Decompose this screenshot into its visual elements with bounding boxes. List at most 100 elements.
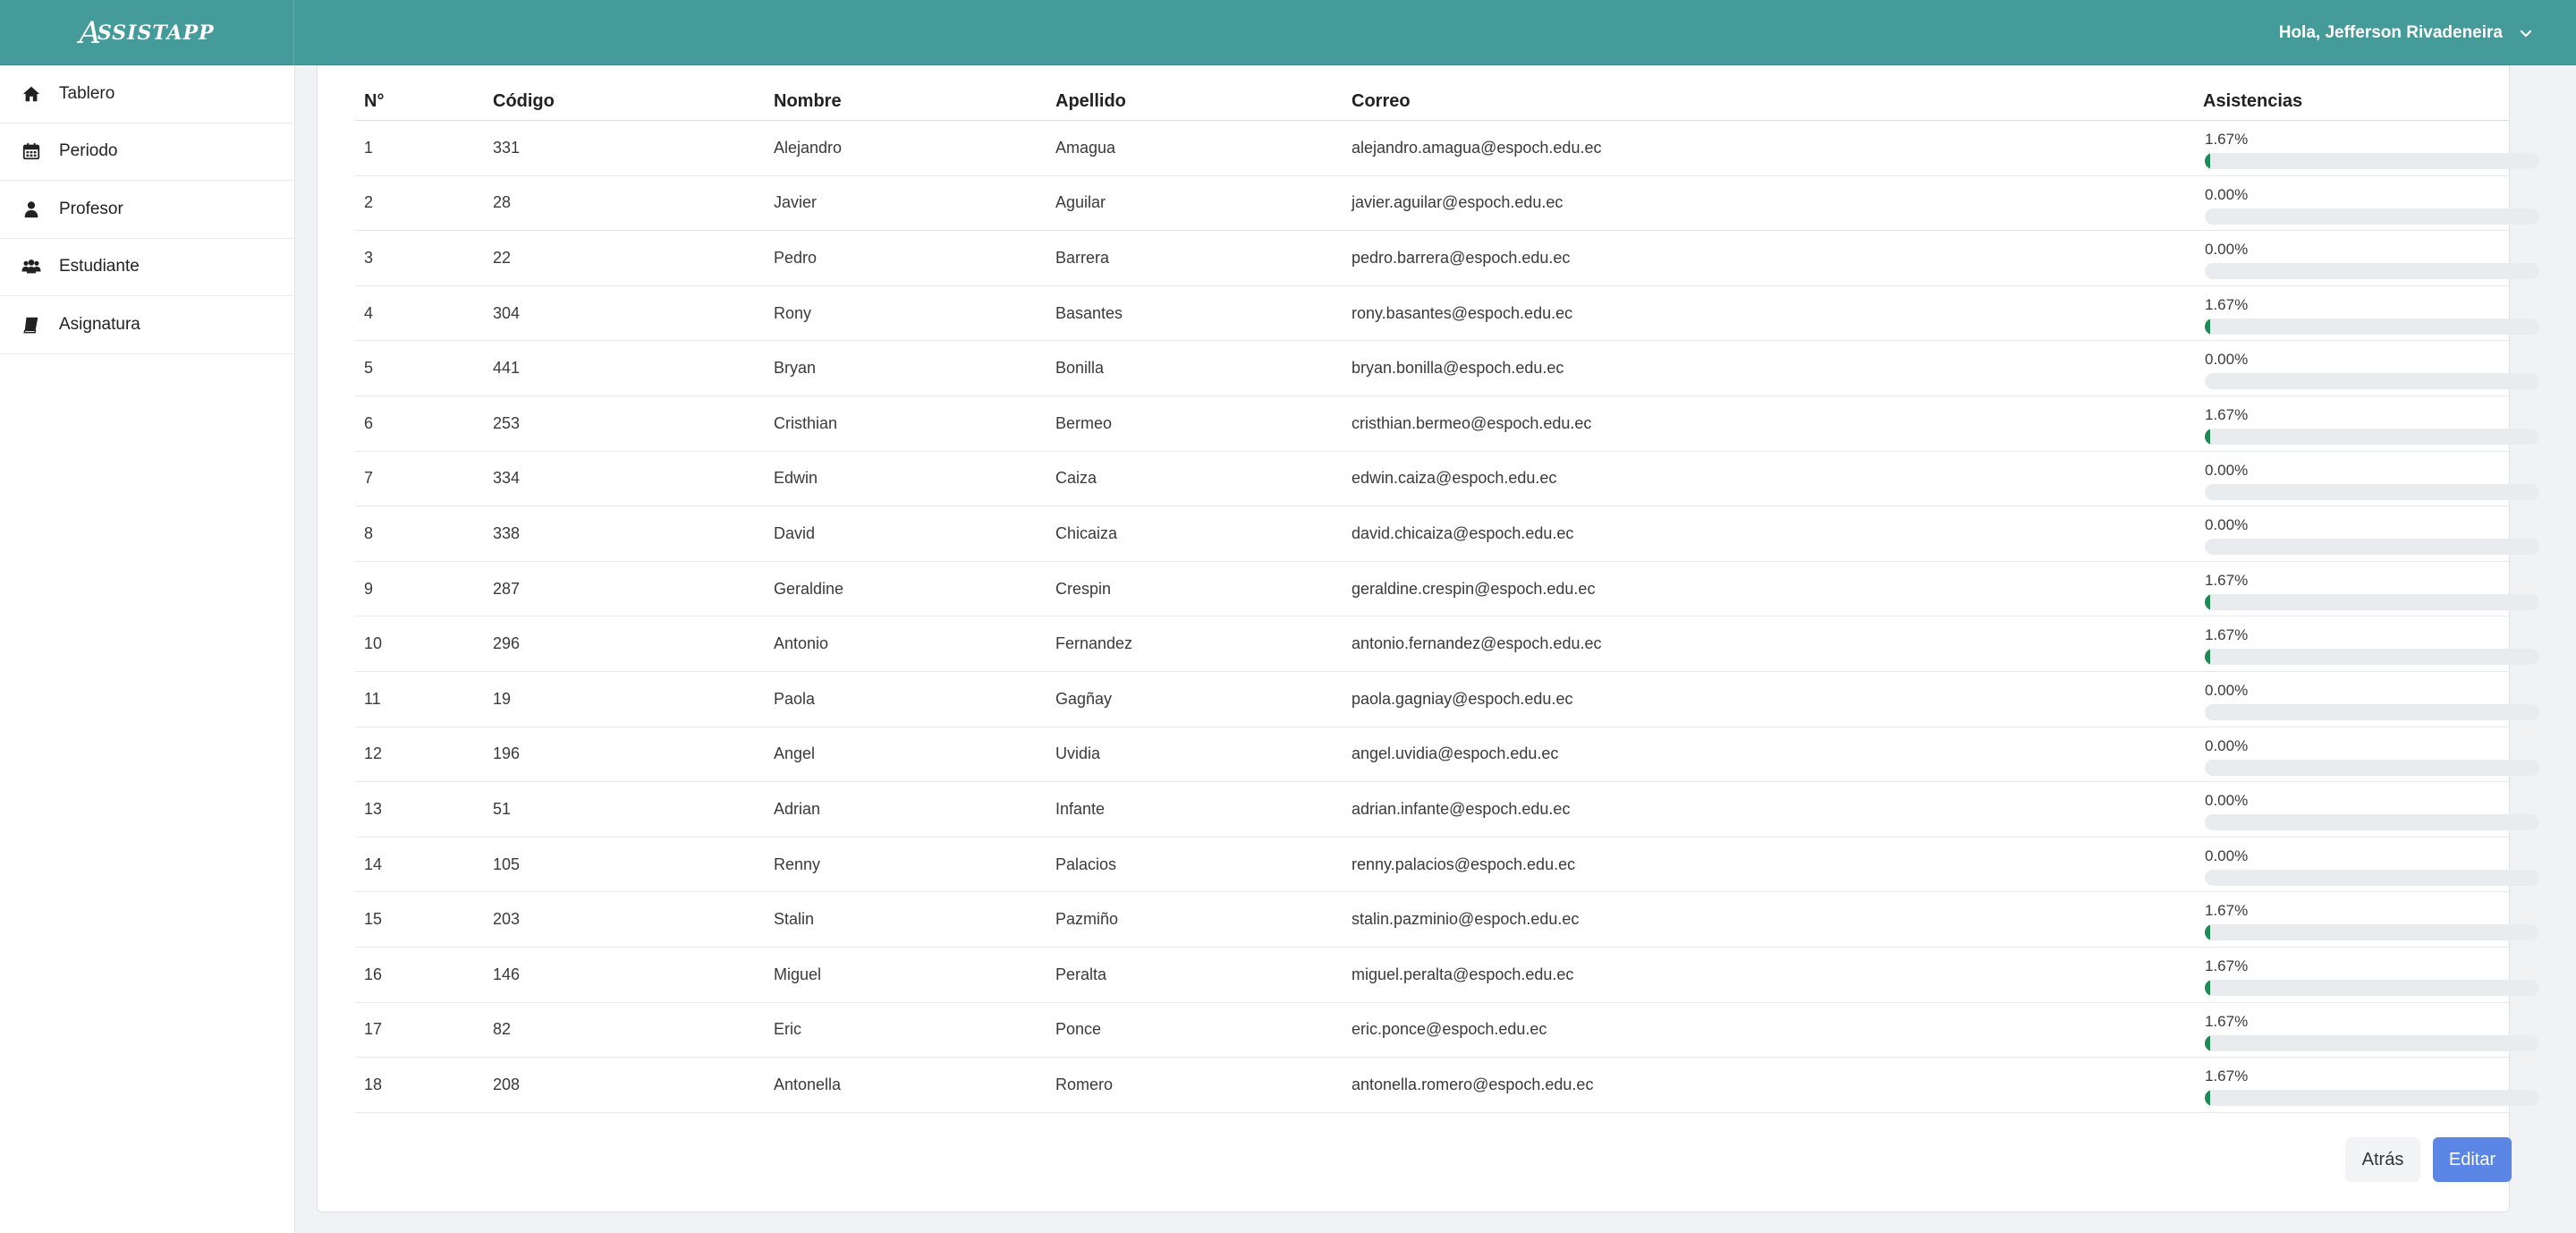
attendance-progress: 1.67% xyxy=(2205,571,2539,610)
cell-apellido: Chicaiza xyxy=(1055,523,1118,542)
progress-track xyxy=(2205,979,2539,996)
cell-codigo: 28 xyxy=(493,193,512,212)
sidebar-item-tablero[interactable]: Tablero xyxy=(0,65,294,123)
brand-logo[interactable]: A SSISTAPP xyxy=(0,0,294,65)
cell-correo: geraldine.crespin@espoch.edu.ec xyxy=(1352,579,1596,598)
cell-no: 11 xyxy=(364,689,381,708)
table-row: 5 441 Bryan Bonilla bryan.bonilla@espoch.edu… xyxy=(355,341,2539,396)
cell-correo: alejandro.amagua@espoch.edu.ec xyxy=(1352,138,1602,157)
cell-nombre: Paola xyxy=(774,689,816,708)
table-row: 12 196 Angel Uvidia angel.uvidia@espoch.edu.… xyxy=(355,727,2539,783)
attendance-progress: 0.00% xyxy=(2205,461,2539,500)
attendance-progress: 1.67% xyxy=(2205,295,2539,335)
cell-no: 15 xyxy=(364,910,383,929)
table-header-row: N° Código Nombre Apellido Correo Asisten… xyxy=(355,83,2509,121)
progress-track xyxy=(2205,869,2539,886)
cell-no: 16 xyxy=(364,965,383,983)
back-button[interactable]: Atrás xyxy=(2345,1137,2420,1182)
cell-no: 7 xyxy=(364,469,374,488)
progress-fill xyxy=(2205,153,2211,169)
sidebar-item-profesor[interactable]: Profesor xyxy=(0,181,294,239)
attendance-progress: 0.00% xyxy=(2205,736,2539,776)
progress-track xyxy=(2205,373,2539,390)
sidebar-item-periodo[interactable]: Periodo xyxy=(0,123,294,181)
sidebar-item-label: Tablero xyxy=(59,83,115,103)
cell-apellido: Palacios xyxy=(1055,855,1117,873)
cell-nombre: David xyxy=(774,523,816,542)
cell-no: 4 xyxy=(364,303,374,322)
cell-codigo: 196 xyxy=(493,744,521,763)
cell-no: 8 xyxy=(364,523,374,542)
progress-track xyxy=(2205,1090,2539,1107)
attendance-label: 0.00% xyxy=(2205,736,2249,754)
cell-nombre: Renny xyxy=(774,855,821,873)
sidebar-item-estudiante[interactable]: Estudiante xyxy=(0,239,294,296)
attendance-label: 1.67% xyxy=(2205,1012,2249,1030)
cell-no: 12 xyxy=(364,744,383,763)
cell-apellido: Bermeo xyxy=(1055,413,1113,432)
cell-codigo: 331 xyxy=(493,138,521,157)
progress-track xyxy=(2205,263,2539,280)
cell-codigo: 441 xyxy=(493,359,521,378)
table-row: 9 287 Geraldine Crespin geraldine.crespin@es… xyxy=(355,562,2539,617)
cell-nombre: Angel xyxy=(774,744,816,763)
progress-fill xyxy=(2205,593,2211,610)
cell-nombre: Antonio xyxy=(774,634,829,653)
attendance-progress: 0.00% xyxy=(2205,681,2539,720)
cell-apellido: Fernandez xyxy=(1055,634,1133,653)
attendance-progress: 1.67% xyxy=(2205,1012,2539,1051)
cell-nombre: Pedro xyxy=(774,248,818,267)
progress-track xyxy=(2205,649,2539,666)
cell-apellido: Barrera xyxy=(1055,248,1110,267)
table-row: 11 19 Paola Gagñay paola.gagniay@espoch.edu.… xyxy=(355,672,2539,727)
attendance-label: 0.00% xyxy=(2205,351,2249,369)
cell-no: 13 xyxy=(364,799,383,818)
cell-apellido: Peralta xyxy=(1055,965,1107,983)
cell-no: 2 xyxy=(364,193,374,212)
sidebar-item-label: Asignatura xyxy=(59,314,140,334)
attendance-progress: 0.00% xyxy=(2205,515,2539,556)
table-row: 18 208 Antonella Romero antonella.romero@esp… xyxy=(355,1058,2539,1113)
attendance-progress: 1.67% xyxy=(2205,1067,2539,1107)
progress-fill xyxy=(2205,1034,2211,1051)
table-row: 4 304 Rony Basantes rony.basantes@espoch.edu… xyxy=(355,286,2539,342)
progress-track xyxy=(2205,593,2539,610)
progress-track xyxy=(2205,924,2539,941)
attendance-progress: 1.67% xyxy=(2205,130,2539,169)
user-menu[interactable]: Hola, Jefferson Rivadeneira xyxy=(2279,0,2533,65)
cell-no: 10 xyxy=(364,634,383,653)
attendance-label: 0.00% xyxy=(2205,461,2249,479)
cell-codigo: 338 xyxy=(493,523,521,542)
home-icon xyxy=(21,84,41,104)
cell-apellido: Infante xyxy=(1055,799,1106,818)
cell-codigo: 82 xyxy=(493,1020,512,1039)
progress-fill xyxy=(2205,979,2211,996)
cell-nombre: Stalin xyxy=(774,910,815,929)
cell-correo: cristhian.bermeo@espoch.edu.ec xyxy=(1352,413,1592,432)
attendance-label: 1.67% xyxy=(2205,571,2249,589)
edit-button[interactable]: Editar xyxy=(2433,1137,2512,1182)
table-row: 14 105 Renny Palacios renny.palacios@espoch.… xyxy=(355,838,2539,893)
cell-apellido: Gagñay xyxy=(1055,689,1113,708)
cell-codigo: 334 xyxy=(493,469,521,488)
cell-nombre: Antonella xyxy=(774,1075,842,1093)
attendance-label: 0.00% xyxy=(2205,241,2249,259)
cell-correo: miguel.peralta@espoch.edu.ec xyxy=(1352,965,1574,983)
calendar-icon xyxy=(21,141,41,161)
progress-track xyxy=(2205,483,2539,500)
header-apellido: Apellido xyxy=(1055,91,1126,111)
attendance-progress: 0.00% xyxy=(2205,791,2539,831)
cell-no: 6 xyxy=(364,413,374,432)
cell-correo: bryan.bonilla@espoch.edu.ec xyxy=(1352,359,1564,378)
cell-codigo: 287 xyxy=(493,579,521,598)
progress-track xyxy=(2205,1034,2539,1051)
book-icon xyxy=(21,315,41,335)
sidebar-item-asignatura[interactable]: Asignatura xyxy=(0,296,294,354)
cell-nombre: Cristhian xyxy=(774,413,838,432)
cell-nombre: Geraldine xyxy=(774,579,844,598)
progress-fill xyxy=(2205,428,2211,445)
cell-codigo: 105 xyxy=(493,855,521,873)
cell-codigo: 253 xyxy=(493,413,521,432)
attendance-label: 1.67% xyxy=(2205,626,2249,644)
attendance-progress: 0.00% xyxy=(2205,350,2539,390)
